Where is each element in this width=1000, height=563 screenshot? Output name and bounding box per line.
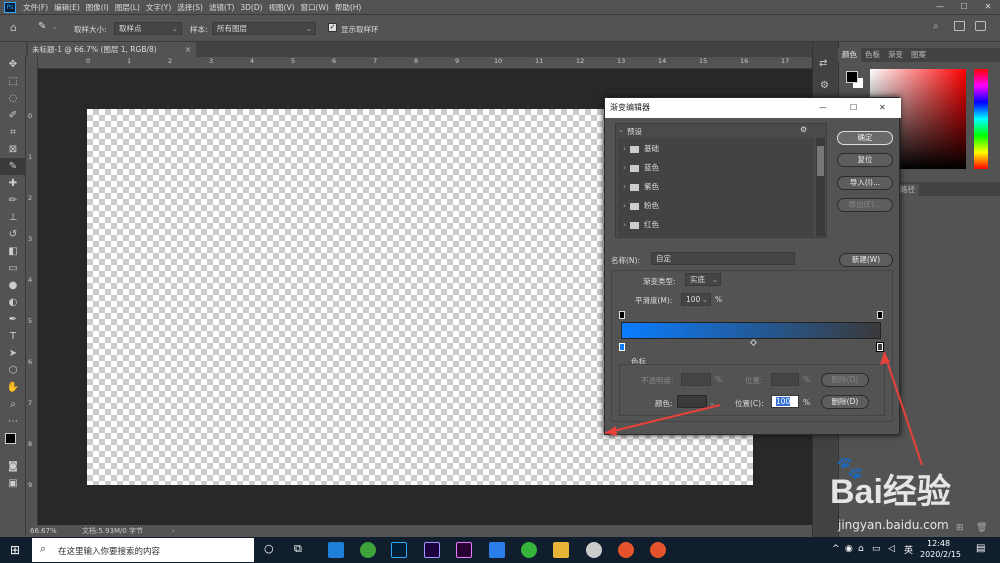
battery-icon[interactable]: ▭ <box>872 544 881 554</box>
arrow-to-color-stop <box>883 351 923 466</box>
tray-app-icon[interactable]: ◉ <box>845 544 853 554</box>
paw-icon: 🐾 <box>836 456 864 481</box>
firefox-icon-2[interactable] <box>650 542 666 558</box>
wechat-icon[interactable] <box>521 542 537 558</box>
premiere-icon[interactable] <box>456 542 472 558</box>
clock-date[interactable]: 2020/2/15 <box>920 550 961 559</box>
edge-icon[interactable] <box>328 542 344 558</box>
search-placeholder: 在这里输入你要搜索的内容 <box>58 547 161 557</box>
windows-taskbar: ⊞ ⌕ 在这里输入你要搜索的内容 ○ ⧉ ^ ◉ ⌂ ▭ ◁ 英 12:48 2… <box>0 537 1000 563</box>
arrow-to-color-swatch <box>604 404 721 434</box>
baidu-watermark: Bai经验 jingyan.baidu.com 🐾 <box>760 456 990 532</box>
windows-start-icon[interactable]: ⊞ <box>10 543 20 557</box>
tray-chevron-icon[interactable]: ^ <box>832 544 840 554</box>
wps-icon[interactable] <box>489 542 505 558</box>
notification-icon[interactable]: ▤ <box>976 543 985 554</box>
ime-indicator[interactable]: 英 <box>904 543 913 556</box>
volume-icon[interactable]: ◁ <box>888 544 895 554</box>
app-icon[interactable] <box>586 542 602 558</box>
clock-time[interactable]: 12:48 <box>927 539 950 548</box>
photoshop-taskbar-icon[interactable] <box>391 542 407 558</box>
arrowhead <box>605 426 617 436</box>
network-icon[interactable]: ⌂ <box>858 544 864 554</box>
file-explorer-icon[interactable] <box>553 542 569 558</box>
browser-icon[interactable] <box>360 542 376 558</box>
firefox-icon[interactable] <box>618 542 634 558</box>
task-view-icon[interactable]: ⧉ <box>294 542 302 556</box>
taskbar-search-box[interactable]: ⌕ 在这里输入你要搜索的内容 <box>32 538 254 562</box>
after-effects-icon[interactable] <box>424 542 440 558</box>
cortana-icon[interactable]: ○ <box>264 542 274 555</box>
watermark-url: jingyan.baidu.com <box>838 518 949 532</box>
search-icon: ⌕ <box>40 542 47 555</box>
foreground-color-swatch[interactable] <box>846 71 858 83</box>
